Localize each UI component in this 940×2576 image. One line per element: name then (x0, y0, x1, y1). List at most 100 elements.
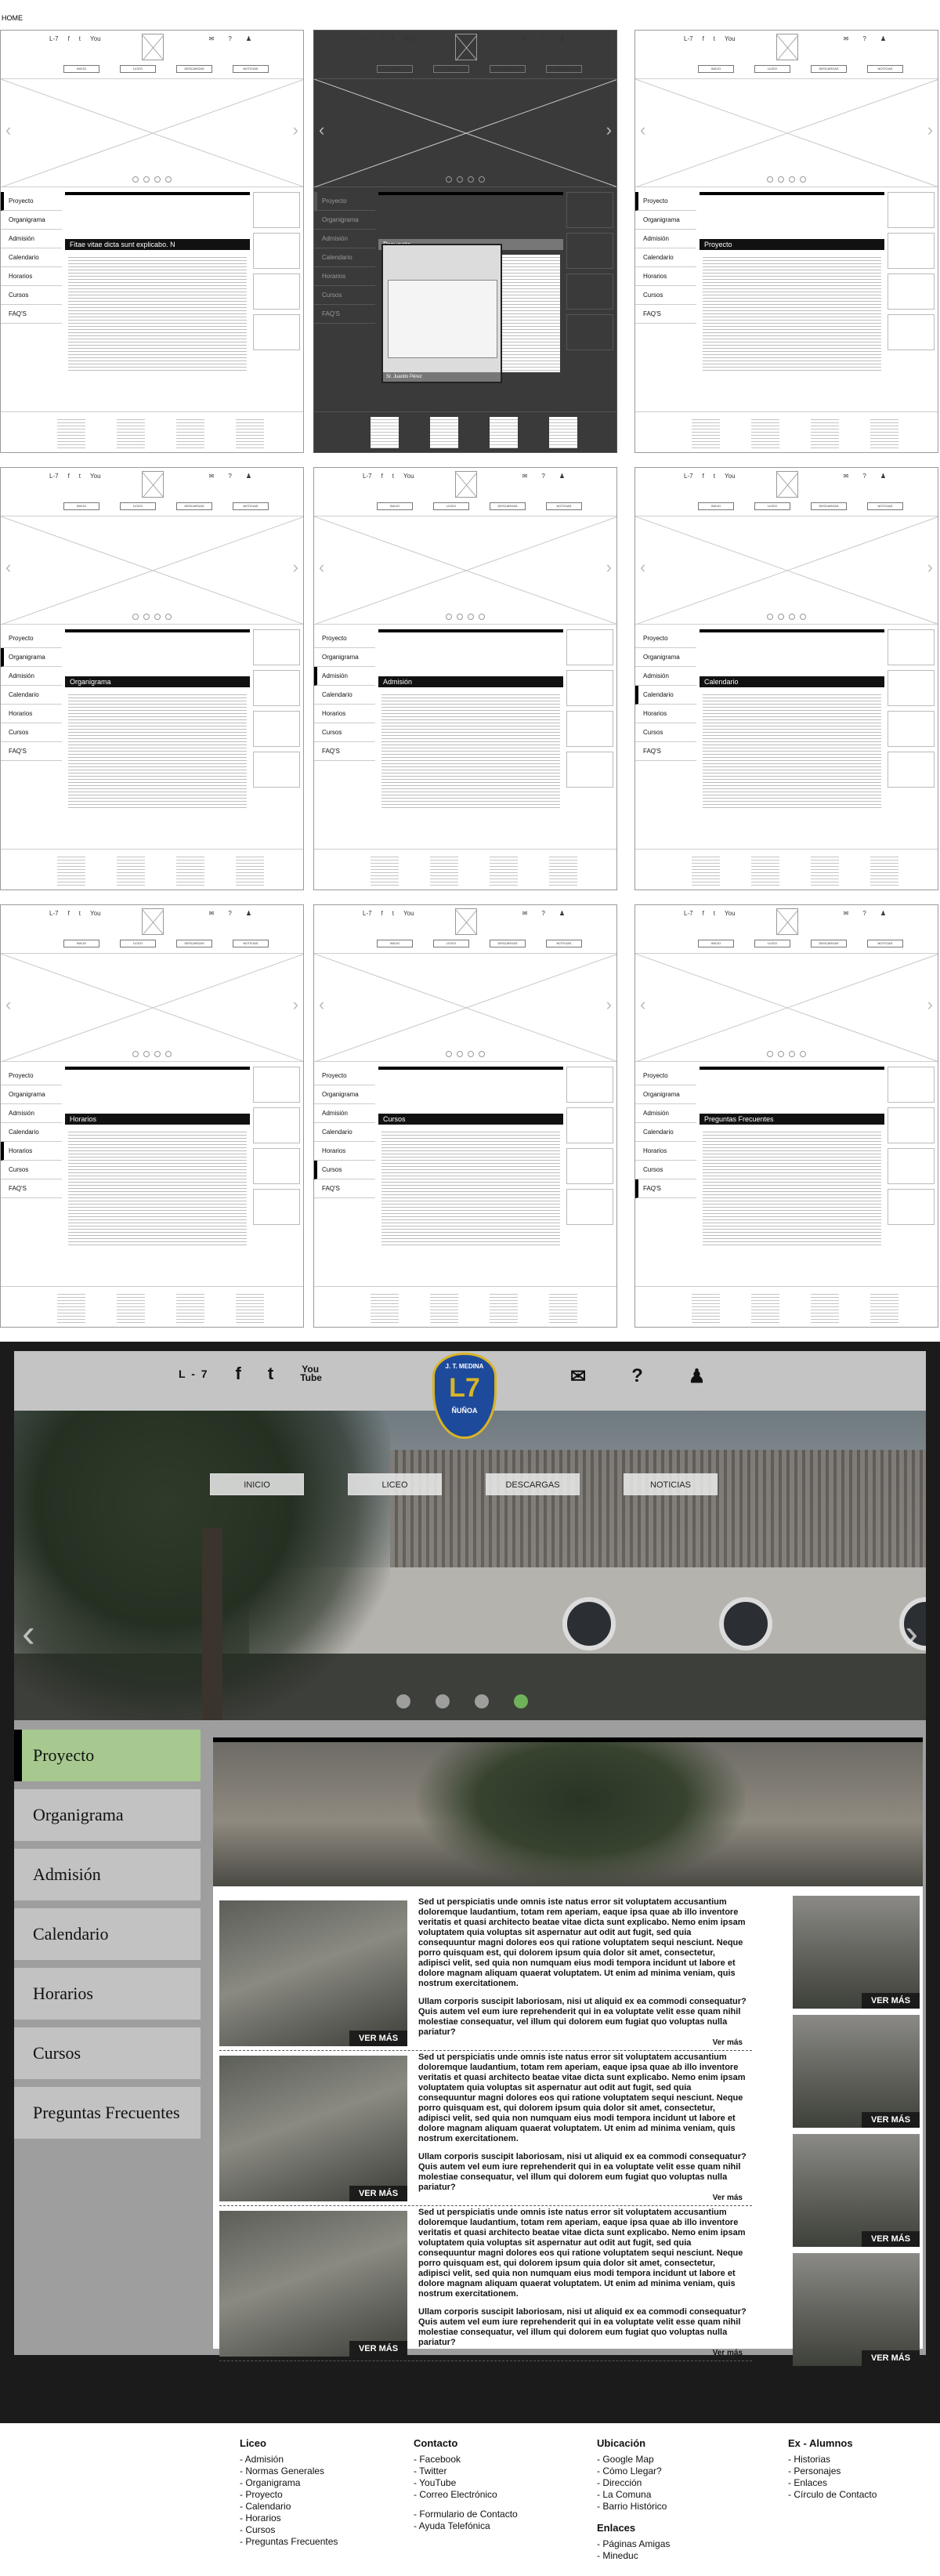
slider-dot[interactable] (800, 614, 806, 620)
sidebar-item[interactable]: FAQ'S (314, 1179, 375, 1198)
slider-next-icon[interactable]: › (606, 557, 612, 578)
wireframe-social-icon[interactable]: You (725, 910, 736, 917)
slider-dot[interactable] (479, 1051, 485, 1057)
sidebar-item[interactable]: Organigrama (1, 648, 62, 667)
wireframe-nav-button[interactable]: DESCARGAS (176, 65, 212, 73)
wireframe-nav-button[interactable]: LICEO (120, 502, 156, 510)
slider-dot[interactable] (767, 176, 773, 183)
sidebar-item[interactable]: FAQ'S (314, 305, 375, 324)
sidebar-item[interactable]: Proyecto (1, 1067, 62, 1085)
sidebar-item[interactable]: Proyecto (314, 629, 375, 648)
wireframe-nav-button[interactable]: INICIO (698, 940, 734, 947)
wireframe-util-icon[interactable]: ♟ (559, 910, 565, 917)
wireframe-nav-button[interactable]: DESCARGAS (490, 65, 526, 73)
wireframe-nav-button[interactable]: DESCARGAS (176, 502, 212, 510)
slider-dot[interactable] (143, 1051, 150, 1057)
sidebar-item[interactable]: FAQ'S (1, 305, 62, 324)
wireframe-nav-button[interactable]: INICIO (377, 65, 413, 73)
sidebar-item[interactable]: Cursos (1, 723, 62, 742)
wireframe-nav-button[interactable]: INICIO (63, 65, 99, 73)
wireframe-nav-button[interactable]: DESCARGAS (176, 940, 212, 947)
slider-prev-icon[interactable]: ‹ (22, 1610, 35, 1656)
wireframe-nav-button[interactable]: NOTICIAS (546, 502, 582, 510)
user-icon[interactable]: ♟ (689, 1365, 706, 1388)
wireframe-util-icon[interactable]: ? (862, 473, 866, 480)
sidebar-item[interactable]: Cursos (1, 286, 62, 305)
slider-next-icon[interactable]: › (606, 120, 612, 140)
mail-icon[interactable]: ✉ (570, 1365, 586, 1388)
sidebar-item[interactable]: Cursos (314, 723, 375, 742)
sidebar-item[interactable]: Calendario (314, 686, 375, 705)
wireframe-nav-button[interactable]: LICEO (754, 940, 790, 947)
sidebar-item[interactable]: Organigrama (314, 1085, 375, 1104)
slider-next-icon[interactable]: › (293, 995, 298, 1015)
wireframe-social-icon[interactable]: t (392, 473, 394, 480)
wireframe-nav-button[interactable]: LICEO (120, 65, 156, 73)
wireframe-util-icon[interactable]: ♟ (559, 473, 565, 480)
sidebar-item[interactable]: Organigrama (635, 648, 696, 667)
wireframe-util-icon[interactable]: ♟ (246, 473, 251, 480)
wireframe-nav-button[interactable]: INICIO (63, 940, 99, 947)
wireframe-util-icon[interactable]: ♟ (246, 910, 251, 917)
wireframe-util-icon[interactable]: ✉ (844, 910, 849, 917)
slider-dot[interactable] (800, 176, 806, 183)
footer-link[interactable]: - Barrio Histórico (597, 2501, 670, 2513)
sidebar-item[interactable]: Proyecto (14, 1730, 201, 1781)
sidebar-item[interactable]: Proyecto (635, 629, 696, 648)
slider-dot[interactable] (154, 176, 161, 183)
slider-dot[interactable] (132, 614, 139, 620)
wireframe-util-icon[interactable]: ? (541, 35, 544, 42)
footer-link[interactable]: - Cursos (240, 2524, 338, 2536)
wireframe-nav-button[interactable]: INICIO (377, 502, 413, 510)
footer-link[interactable]: - Cómo Llegar? (597, 2465, 670, 2477)
slider-dot[interactable] (778, 1051, 784, 1057)
facebook-icon[interactable]: f (236, 1364, 241, 1384)
sidebar-item[interactable]: Admisión (635, 230, 696, 248)
wireframe-nav-button[interactable]: LICEO (433, 940, 469, 947)
sidebar-item[interactable]: Organigrama (314, 211, 375, 230)
slider-next-icon[interactable]: › (905, 1610, 918, 1656)
sidebar-item[interactable]: Organigrama (1, 1085, 62, 1104)
wireframe-nav-button[interactable]: INICIO (377, 940, 413, 947)
slider-dot[interactable] (468, 614, 474, 620)
wireframe-util-icon[interactable]: ✉ (844, 473, 849, 480)
ver-mas-overlay[interactable]: VER MÁS (862, 2231, 920, 2247)
slider-dot[interactable] (154, 614, 161, 620)
sidebar-item[interactable]: Calendario (1, 248, 62, 267)
sidebar-item[interactable]: Calendario (635, 248, 696, 267)
slider-dot[interactable] (457, 1051, 463, 1057)
wireframe-util-icon[interactable]: ✉ (209, 910, 215, 917)
sidebar-item[interactable]: Calendario (14, 1908, 201, 1960)
wireframe-social-icon[interactable]: f (703, 35, 704, 42)
wireframe-social-icon[interactable]: f (703, 473, 704, 480)
slider-dot[interactable] (789, 1051, 795, 1057)
wireframe-util-icon[interactable]: ✉ (209, 473, 215, 480)
wireframe-nav-button[interactable]: NOTICIAS (233, 502, 269, 510)
wireframe-util-icon[interactable]: ♟ (559, 35, 565, 42)
wireframe-nav-button[interactable]: INICIO (698, 65, 734, 73)
sidebar-item[interactable]: Admisión (1, 230, 62, 248)
nav-descargas[interactable]: DESCARGAS (486, 1473, 580, 1495)
sidebar-item[interactable]: Cursos (635, 723, 696, 742)
footer-link[interactable]: - Calendario (240, 2501, 338, 2513)
wireframe-nav-button[interactable]: NOTICIAS (546, 940, 582, 947)
wireframe-nav-button[interactable]: LICEO (120, 940, 156, 947)
wireframe-social-icon[interactable]: f (703, 910, 704, 917)
footer-link[interactable]: - Horarios (240, 2513, 338, 2524)
wireframe-social-icon[interactable]: You (403, 35, 414, 42)
footer-link[interactable]: - Facebook (414, 2454, 518, 2465)
footer-link[interactable]: - Historias (788, 2454, 877, 2465)
footer-link[interactable]: - Normas Generales (240, 2465, 338, 2477)
sidebar-item[interactable]: Organigrama (635, 1085, 696, 1104)
wireframe-util-icon[interactable]: ♟ (246, 35, 251, 42)
sidebar-item[interactable]: Organigrama (314, 648, 375, 667)
slider-dot[interactable] (165, 1051, 172, 1057)
ver-mas-overlay[interactable]: VER MÁS (349, 2341, 407, 2357)
slider-dot[interactable] (468, 1051, 474, 1057)
sidebar-item[interactable]: FAQ'S (635, 742, 696, 761)
sidebar-item[interactable]: Horarios (635, 705, 696, 723)
wireframe-social-icon[interactable]: t (79, 473, 81, 480)
slider-dot[interactable] (165, 614, 172, 620)
ver-mas-link[interactable]: Ver más (713, 2194, 743, 2202)
wireframe-nav-button[interactable]: INICIO (63, 502, 99, 510)
